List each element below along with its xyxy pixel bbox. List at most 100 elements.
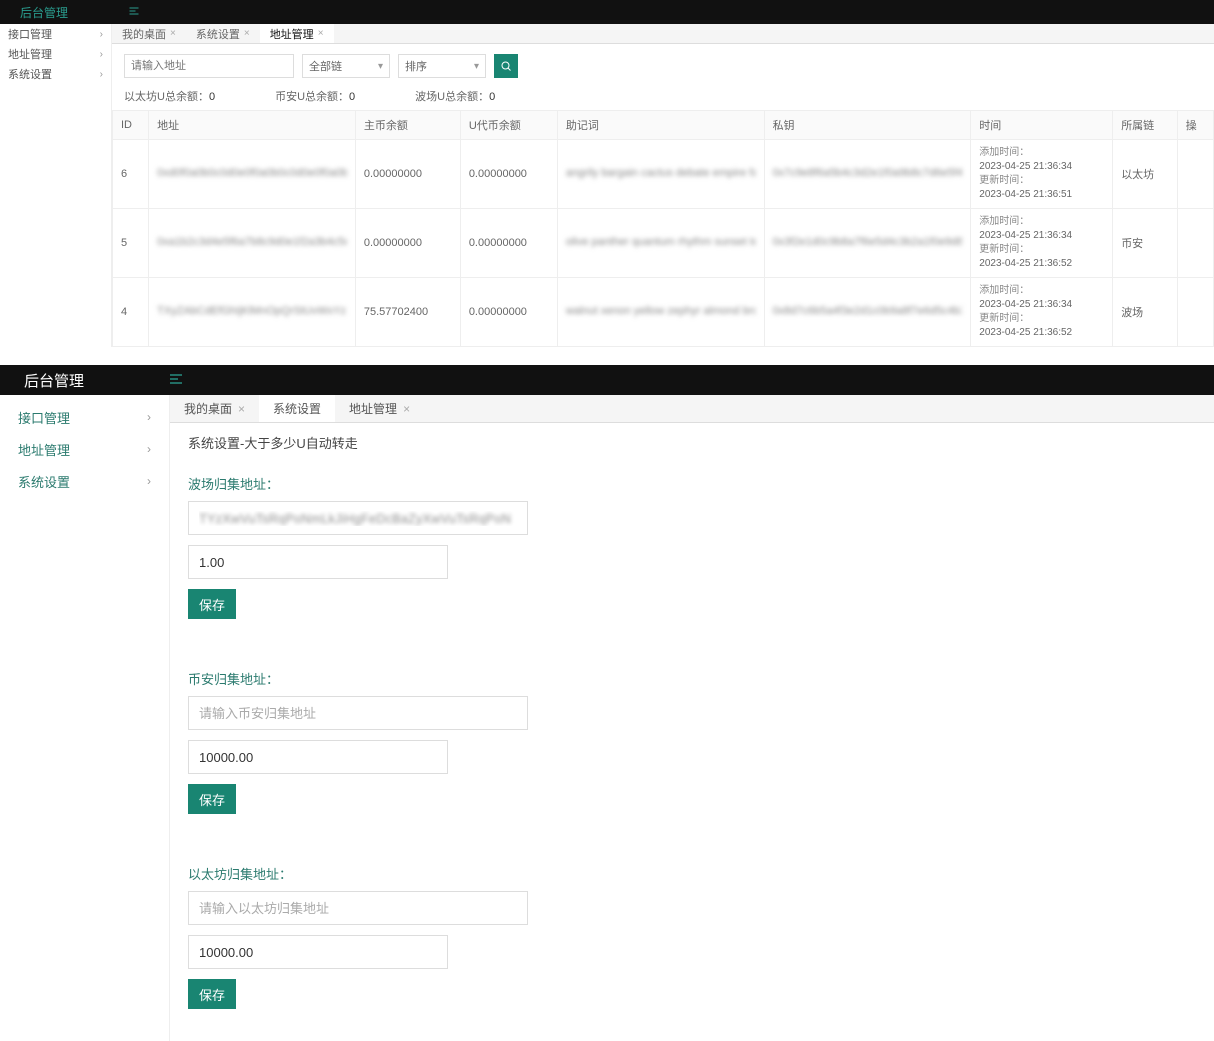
- topbar: 后台管理: [0, 0, 1214, 24]
- sidebar-toggle-icon[interactable]: [168, 371, 184, 390]
- col-u: U代币余额: [460, 111, 557, 140]
- brand-title: 后台管理: [0, 370, 108, 391]
- sidebar-item-label: 系统设置: [18, 472, 70, 491]
- close-icon[interactable]: ×: [244, 28, 250, 39]
- tab-desktop[interactable]: 我的桌面 ×: [170, 395, 259, 422]
- settings-section: 波场归集地址： 保存: [170, 456, 1214, 651]
- save-button[interactable]: 保存: [188, 979, 236, 1009]
- cell-pk: 0x8d7c6b5a4f3e2d1c0b9a8f7e6d5c4b3a2f1e0d…: [764, 278, 971, 347]
- sort-select[interactable]: 排序▾: [398, 54, 486, 78]
- chevron-right-icon: ›: [100, 49, 103, 60]
- cell-op[interactable]: [1177, 140, 1213, 209]
- cell-mne: olive panther quantum rhythm sunset torn…: [557, 209, 764, 278]
- sidebar-item-api[interactable]: 接口管理 ›: [0, 401, 169, 433]
- stat-bosch: 波场U总余额：0: [415, 88, 495, 104]
- address-manage-panel: 后台管理 接口管理› 地址管理› 系统设置› 我的桌面 × 系统设置 × 地址管理×…: [0, 0, 1214, 347]
- threshold-input[interactable]: [188, 545, 448, 579]
- cell-u: 0.00000000: [460, 209, 557, 278]
- search-icon: [500, 60, 512, 72]
- chevron-down-icon: ▾: [378, 61, 383, 72]
- tab-bar: 我的桌面 × 系统设置 地址管理 ×: [170, 395, 1214, 423]
- cell-chain: 波场: [1113, 278, 1178, 347]
- select-value: 全部链: [309, 58, 342, 74]
- collect-address-input[interactable]: [188, 501, 528, 535]
- close-icon[interactable]: ×: [318, 28, 324, 39]
- cell-addr: TXyZAbCdEfGhIjKlMnOpQrStUvWxYz1234567890: [149, 278, 356, 347]
- col-chain: 所属链: [1113, 111, 1178, 140]
- tab-system[interactable]: 系统设置: [259, 395, 335, 422]
- sidebar-item-address[interactable]: 地址管理 ›: [0, 433, 169, 465]
- settings-section: 以太坊归集地址： 保存: [170, 846, 1214, 1041]
- collect-address-input[interactable]: [188, 891, 528, 925]
- sidebar-item-system[interactable]: 系统设置›: [0, 465, 169, 497]
- table-row: 4TXyZAbCdEfGhIjKlMnOpQrStUvWxYz123456789…: [113, 278, 1214, 347]
- address-search-input[interactable]: [124, 54, 294, 78]
- col-time: 时间: [971, 111, 1113, 140]
- col-main: 主币余额: [355, 111, 460, 140]
- close-icon[interactable]: ×: [238, 402, 245, 416]
- tab-bar: 我的桌面 × 系统设置 × 地址管理×: [112, 24, 1214, 44]
- sidebar-item-label: 地址管理: [18, 440, 70, 459]
- close-icon[interactable]: ×: [170, 28, 176, 39]
- chevron-right-icon: ›: [100, 69, 103, 80]
- chain-select[interactable]: 全部链 ▾: [302, 54, 390, 78]
- sidebar-item-api[interactable]: 接口管理›: [0, 24, 111, 44]
- tab-address[interactable]: 地址管理×: [260, 24, 334, 43]
- tab-label: 系统设置: [196, 26, 240, 42]
- tab-system[interactable]: 系统设置 ×: [186, 24, 260, 43]
- main-content: 我的桌面 × 系统设置 × 地址管理× 全部链 ▾ 排序▾ 以太坊U总余额：0 币安U…: [112, 24, 1214, 347]
- cell-chain: 币安: [1113, 209, 1178, 278]
- col-pk: 私钥: [764, 111, 971, 140]
- col-id: ID: [113, 111, 149, 140]
- tab-address[interactable]: 地址管理 ×: [335, 395, 424, 422]
- sidebar-item-address[interactable]: 地址管理›: [0, 44, 111, 64]
- cell-time: 添加时间：2023-04-25 21:36:34更新时间：2023-04-25 …: [971, 140, 1113, 209]
- cell-chain: 以太坊: [1113, 140, 1178, 209]
- section-title: 波场归集地址：: [188, 474, 1196, 493]
- cell-main: 75.57702400: [355, 278, 460, 347]
- table-row: 50xa1b2c3d4e5f6a7b8c9d0e1f2a3b4c5d6e7f8a…: [113, 209, 1214, 278]
- collect-address-input[interactable]: [188, 696, 528, 730]
- save-button[interactable]: 保存: [188, 589, 236, 619]
- chevron-right-icon: ›: [100, 29, 103, 40]
- cell-id: 4: [113, 278, 149, 347]
- tab-label: 我的桌面: [122, 26, 166, 42]
- cell-u: 0.00000000: [460, 140, 557, 209]
- section-title: 以太坊归集地址：: [188, 864, 1196, 883]
- main-content: 我的桌面 × 系统设置 地址管理 × 系统设置-大于多少U自动转走 波场归集地址： 保…: [170, 395, 1214, 1041]
- col-op: 操: [1177, 111, 1213, 140]
- tab-label: 我的桌面: [184, 400, 232, 417]
- cell-mne: walnut xenon yellow zephyr almond bronze…: [557, 278, 764, 347]
- search-button[interactable]: [494, 54, 518, 78]
- cell-main: 0.00000000: [355, 209, 460, 278]
- cell-id: 5: [113, 209, 149, 278]
- filter-bar: 全部链 ▾ 排序▾: [112, 44, 1214, 84]
- balance-stats: 以太坊U总余额：0 币安U总余额：0 波场U总余额：0: [112, 84, 1214, 110]
- select-value: 排序: [405, 58, 427, 74]
- threshold-input[interactable]: [188, 740, 448, 774]
- cell-id: 6: [113, 140, 149, 209]
- save-button[interactable]: 保存: [188, 784, 236, 814]
- threshold-input[interactable]: [188, 935, 448, 969]
- cell-op[interactable]: [1177, 209, 1213, 278]
- settings-section: 币安归集地址：保存: [170, 651, 1214, 846]
- table-row: 60xd0f0a0b0c0d0e0f0a0b0c0d0e0f0a0b0c0d0e…: [113, 140, 1214, 209]
- sidebar-item-label: 接口管理: [18, 408, 70, 427]
- tab-desktop[interactable]: 我的桌面 ×: [112, 24, 186, 43]
- address-table: ID 地址 主币余额 U代币余额 助记词 私钥 时间 所属链 操 60xd0f0…: [112, 110, 1214, 347]
- cell-mne: angrily bargain cactus debate empire fab…: [557, 140, 764, 209]
- chevron-right-icon: ›: [147, 410, 151, 424]
- sidebar-item-system[interactable]: 系统设置›: [0, 64, 111, 84]
- cell-main: 0.00000000: [355, 140, 460, 209]
- topbar: 后台管理: [0, 365, 1214, 395]
- cell-pk: 0x3f2e1d0c9b8a7f6e5d4c3b2a1f0e9d8c7b6a5f…: [764, 209, 971, 278]
- page-title: 系统设置-大于多少U自动转走: [170, 423, 1214, 456]
- sidebar-toggle-icon[interactable]: [128, 5, 140, 20]
- cell-addr: 0xd0f0a0b0c0d0e0f0a0b0c0d0e0f0a0b0c0d0e0…: [149, 140, 356, 209]
- cell-op[interactable]: [1177, 278, 1213, 347]
- close-icon[interactable]: ×: [403, 402, 410, 416]
- tab-label: 地址管理: [349, 400, 397, 417]
- sidebar: 接口管理› 地址管理› 系统设置›: [0, 24, 112, 347]
- chevron-right-icon: ›: [147, 442, 151, 456]
- system-settings-panel: 后台管理 接口管理› 地址管理› 系统设置› 我的桌面× 系统设置 地址管理× …: [0, 365, 1214, 1041]
